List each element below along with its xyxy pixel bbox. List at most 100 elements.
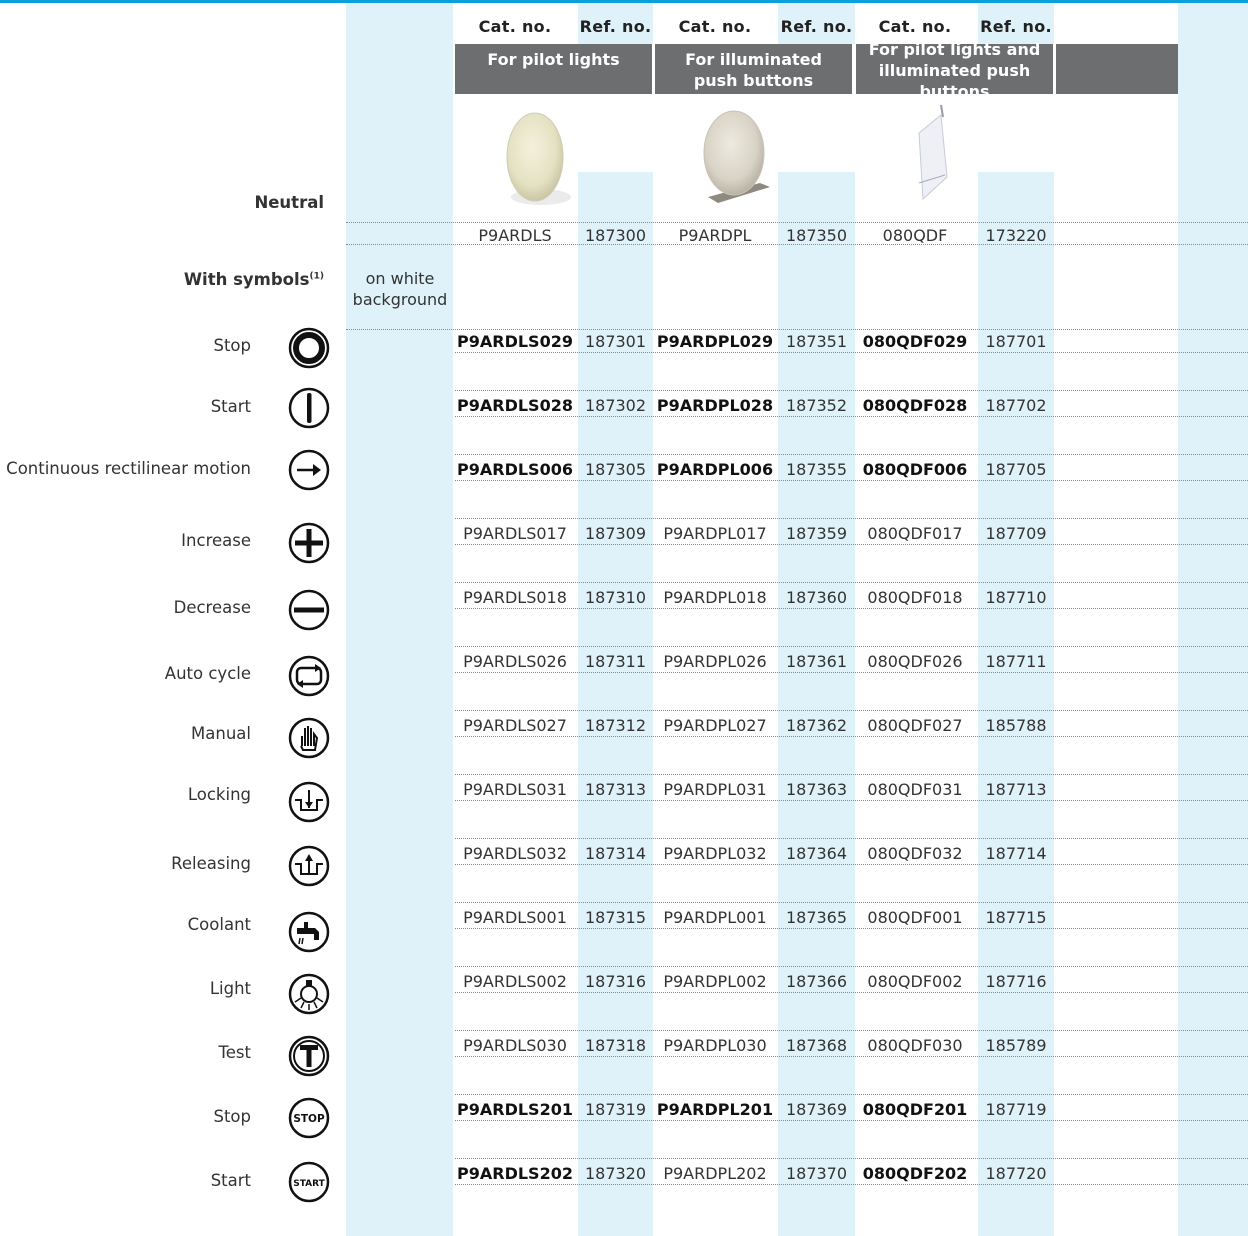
row-separator [455, 774, 1248, 775]
row-separator [346, 244, 1248, 245]
row-label: Start [210, 397, 251, 416]
ref-no-cell: 185788 [985, 716, 1047, 735]
neutral-cat-1: P9ARDLS [478, 226, 552, 245]
note-line: background [352, 290, 448, 309]
row-separator [455, 966, 1248, 967]
neutral-ref-2: 187350 [785, 226, 848, 245]
row-separator [455, 1184, 1248, 1185]
ref-no-cell: 187705 [985, 460, 1047, 479]
neutral-ref-3: 173220 [985, 226, 1047, 245]
cat-no-cell: 080QDF030 [867, 1036, 963, 1055]
test-t-icon [288, 1035, 330, 1077]
row-separator [455, 390, 1248, 391]
row-separator [455, 416, 1248, 417]
row-label: Stop [213, 336, 251, 355]
col-header-ref-3: Ref. no. [980, 17, 1052, 36]
row-separator [455, 1158, 1248, 1159]
row-label: Test [218, 1043, 252, 1062]
cat-no-cell: P9ARDLS001 [463, 908, 567, 927]
auto-cycle-icon [288, 655, 330, 697]
row-label: Auto cycle [164, 664, 251, 683]
ref-no-cell: 187714 [985, 844, 1047, 863]
col-header-cat-3: Cat. no. [878, 17, 952, 36]
ref-no-cell: 187313 [584, 780, 647, 799]
stop-text-icon: STOP [288, 1097, 330, 1139]
ref-no-cell: 187316 [584, 972, 647, 991]
ref-no-cell: 187363 [785, 780, 848, 799]
cat-no-cell: P9ARDPL028 [656, 396, 774, 415]
ref-no-cell: 187364 [785, 844, 848, 863]
row-label: Start [210, 1171, 251, 1190]
ref-no-cell: 187720 [985, 1164, 1047, 1183]
ref-no-cell: 187713 [985, 780, 1047, 799]
ref-no-cell: 185789 [985, 1036, 1047, 1055]
ref-no-cell: 187701 [985, 332, 1047, 351]
start-bar-icon [288, 387, 330, 429]
row-separator [455, 544, 1248, 545]
row-label: Manual [191, 724, 251, 743]
row-separator [455, 454, 1248, 455]
cat-no-cell: P9ARDPL017 [663, 524, 767, 543]
cat-no-cell: P9ARDLS201 [457, 1100, 573, 1119]
group-header-line: push buttons [693, 71, 814, 90]
ref-no-cell: 187312 [584, 716, 647, 735]
svg-text:STOP: STOP [293, 1113, 325, 1125]
row-separator [455, 1120, 1248, 1121]
plus-icon [288, 522, 330, 564]
ref-no-cell: 187361 [785, 652, 848, 671]
ref-no-cell: 187715 [985, 908, 1047, 927]
with-symbols-text: With symbols [183, 270, 310, 289]
group-header-illuminated: For illuminated push buttons [655, 44, 852, 94]
cat-no-cell: P9ARDLS029 [457, 332, 573, 351]
cat-no-cell: P9ARDLS032 [463, 844, 567, 863]
note-column-band [346, 3, 453, 1236]
ref-no-cell: 187315 [584, 908, 647, 927]
row-separator [455, 518, 1248, 519]
row-separator [455, 1056, 1248, 1057]
row-label: Continuous rectilinear motion [6, 459, 251, 478]
cat-no-cell: P9ARDPL202 [663, 1164, 767, 1183]
group-header-pilot-lights: For pilot lights [455, 44, 652, 94]
group-header-line: For illuminated [685, 50, 822, 69]
col-header-ref-2: Ref. no. [780, 17, 853, 36]
cat-no-cell: P9ARDPL026 [663, 652, 767, 671]
group-header-line: illuminated push buttons [878, 60, 1031, 101]
minus-icon [288, 589, 330, 631]
cat-no-cell: 080QDF032 [867, 844, 963, 863]
extra-column-band [1178, 3, 1248, 1236]
row-separator [455, 710, 1248, 711]
ref-no-cell: 187370 [785, 1164, 848, 1183]
lens-image-film-insert [918, 105, 948, 201]
note-line: on white [365, 269, 435, 288]
row-separator [346, 222, 1248, 223]
row-separator [455, 1030, 1248, 1031]
cat-no-cell: 080QDF202 [862, 1164, 968, 1183]
hand-icon [288, 717, 330, 759]
neutral-label: Neutral [254, 193, 324, 212]
ref-no-cell: 187302 [584, 396, 647, 415]
ref-no-cell: 187362 [785, 716, 848, 735]
ref-no-cell: 187368 [785, 1036, 848, 1055]
row-label: Light [209, 979, 251, 998]
ref-no-cell: 187719 [985, 1100, 1047, 1119]
cat-no-cell: 080QDF002 [867, 972, 963, 991]
cat-no-cell: P9ARDLS031 [463, 780, 567, 799]
cat-no-cell: P9ARDPL006 [656, 460, 774, 479]
lens-image-push-button [703, 110, 770, 203]
ref-no-cell: 187709 [985, 524, 1047, 543]
ref-no-cell: 187314 [584, 844, 647, 863]
ref-no-cell: 187319 [584, 1100, 647, 1119]
light-bulb-icon [288, 973, 330, 1015]
row-separator [346, 329, 1248, 330]
neutral-cat-3: 080QDF [882, 226, 948, 245]
cat-no-cell: P9ARDLS028 [457, 396, 573, 415]
group-header-pilot-and-illuminated: For pilot lights and illuminated push but… [856, 40, 1053, 101]
cat-no-cell: P9ARDLS026 [463, 652, 567, 671]
ref-no-cell: 187352 [785, 396, 848, 415]
ref-no-cell: 187365 [785, 908, 848, 927]
cat-no-cell: P9ARDLS018 [463, 588, 567, 607]
col-header-cat-2: Cat. no. [678, 17, 752, 36]
cat-no-cell: 080QDF017 [867, 524, 963, 543]
row-separator [455, 672, 1248, 673]
cat-no-cell: P9ARDPL201 [656, 1100, 774, 1119]
